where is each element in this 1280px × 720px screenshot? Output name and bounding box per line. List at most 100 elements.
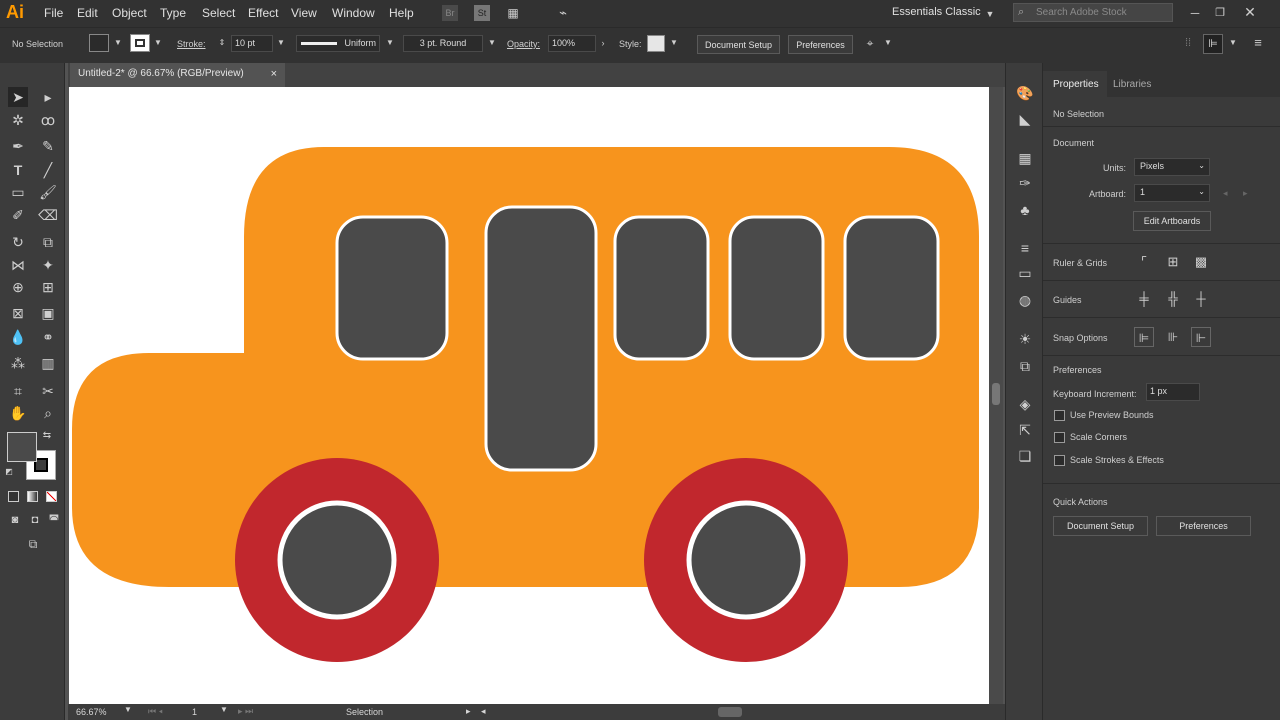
vertical-scrollbar[interactable]	[989, 87, 1003, 704]
direct-selection-tool-icon[interactable]: ▸	[38, 87, 58, 107]
color-guide-icon[interactable]: ◣	[1015, 109, 1035, 129]
artboard-select[interactable]: 1 ⌄	[1134, 184, 1210, 202]
lock-guides-icon[interactable]: ╬	[1163, 289, 1183, 309]
preferences-button[interactable]: Preferences	[788, 35, 853, 54]
units-select[interactable]: Pixels ⌄	[1134, 158, 1210, 176]
perspective-grid-tool-icon[interactable]: ⊞	[38, 277, 58, 297]
stock-icon[interactable]: St	[474, 5, 490, 21]
grid-icon[interactable]: ⊞	[1163, 252, 1183, 272]
menu-effect[interactable]: Effect	[248, 6, 278, 20]
close-window-icon[interactable]: ✕	[1240, 2, 1260, 22]
arrange-documents-icon[interactable]: ▦	[503, 3, 523, 23]
layers-icon[interactable]: ◈	[1015, 394, 1035, 414]
slice-tool-icon[interactable]: ✂	[38, 381, 58, 401]
snap-to-pixel-icon[interactable]: ⊫	[1203, 34, 1223, 54]
gpu-performance-icon[interactable]: ⌁	[553, 3, 573, 23]
panel-menu-icon[interactable]: ≡	[1248, 33, 1268, 53]
eyedropper-tool-icon[interactable]: 💧	[8, 327, 28, 347]
appearance-icon[interactable]: ☀	[1015, 329, 1035, 349]
graphic-style-swatch[interactable]	[647, 35, 665, 52]
artboards-panel-icon[interactable]: ❏	[1015, 446, 1035, 466]
first-artboard-icon[interactable]: ⏮ ◂	[148, 706, 163, 717]
paintbrush-tool-icon[interactable]: 🖌	[38, 182, 58, 202]
snap-to-pixel-icon[interactable]: ⊩	[1191, 327, 1211, 347]
symbols-icon[interactable]: ♣	[1015, 200, 1035, 220]
selection-tool-icon[interactable]: ➤	[8, 87, 28, 107]
previous-artboard-icon[interactable]: ◂	[1223, 188, 1228, 199]
status-tool[interactable]: Selection	[346, 707, 383, 717]
stroke-panel-icon[interactable]: ≡	[1015, 238, 1035, 258]
line-tool-icon[interactable]: ╱	[38, 160, 58, 180]
snap-to-grid-icon[interactable]: ⊪	[1163, 327, 1183, 347]
none-mode-icon[interactable]	[46, 491, 57, 502]
column-graph-tool-icon[interactable]: ▥	[38, 353, 58, 373]
workspace-switcher[interactable]: Essentials Classic	[892, 6, 981, 18]
chevron-down-icon[interactable]: ▼	[1223, 33, 1243, 53]
draw-behind-icon[interactable]: ◘	[25, 510, 45, 530]
opacity-label[interactable]: Opacity:	[507, 39, 540, 49]
search-stock-field[interactable]: ⌕ Search Adobe Stock	[1013, 3, 1173, 22]
menu-object[interactable]: Object	[112, 6, 147, 20]
draw-inside-icon[interactable]: ◚	[44, 510, 64, 530]
status-menu-icon[interactable]: ▸	[466, 706, 471, 717]
stepper-icon[interactable]: ⇕	[212, 33, 232, 53]
fill-swatch[interactable]	[89, 34, 109, 52]
variable-width-profile[interactable]: Uniform	[296, 35, 380, 52]
menu-edit[interactable]: Edit	[77, 6, 98, 20]
type-tool-icon[interactable]: T	[8, 160, 28, 180]
symbol-sprayer-tool-icon[interactable]: ⁂	[8, 353, 28, 373]
chevron-down-icon[interactable]: ▼	[271, 33, 291, 53]
blend-tool-icon[interactable]: ⚭	[38, 327, 58, 347]
color-mode-icon[interactable]	[8, 491, 19, 502]
eraser-tool-icon[interactable]: ⌫	[38, 205, 58, 225]
scroll-left-icon[interactable]: ◂	[481, 706, 486, 717]
restore-icon[interactable]: ❐	[1210, 3, 1230, 23]
pen-tool-icon[interactable]: ✒	[8, 136, 28, 156]
tab-properties[interactable]: Properties	[1053, 79, 1099, 90]
quick-document-setup-button[interactable]: Document Setup	[1053, 516, 1148, 536]
menu-file[interactable]: File	[44, 6, 63, 20]
snap-to-point-icon[interactable]: ⊫	[1134, 327, 1154, 347]
swatches-icon[interactable]: ▦	[1015, 148, 1035, 168]
stroke-swatch[interactable]	[130, 34, 150, 52]
chevron-right-icon[interactable]: ›	[593, 33, 613, 53]
tab-libraries[interactable]: Libraries	[1113, 79, 1151, 90]
close-tab-icon[interactable]: ×	[271, 63, 277, 85]
width-tool-icon[interactable]: ⋈	[8, 255, 28, 275]
quick-preferences-button[interactable]: Preferences	[1156, 516, 1251, 536]
scale-corners-checkbox[interactable]	[1054, 432, 1065, 443]
graphic-styles-icon[interactable]: ⧉	[1015, 356, 1035, 376]
stroke-label[interactable]: Stroke:	[177, 39, 206, 49]
brushes-icon[interactable]: ✑	[1015, 173, 1035, 193]
chevron-down-icon[interactable]: ▼	[124, 705, 132, 714]
menu-help[interactable]: Help	[389, 6, 414, 20]
screen-mode-icon[interactable]: ⧉	[23, 534, 43, 554]
menu-select[interactable]: Select	[202, 6, 235, 20]
chevron-down-icon[interactable]: ▼	[108, 33, 128, 53]
rectangle-tool-icon[interactable]: ▭	[8, 182, 28, 202]
brush-definition[interactable]: 3 pt. Round	[403, 35, 483, 52]
hand-tool-icon[interactable]: ✋	[8, 403, 28, 423]
menu-type[interactable]: Type	[160, 6, 186, 20]
opacity-input[interactable]: 100%	[548, 35, 596, 52]
document-tab[interactable]: Untitled-2* @ 66.67% (RGB/Preview) ×	[70, 63, 285, 87]
chevron-down-icon[interactable]: ▼	[220, 705, 228, 714]
chevron-down-icon[interactable]: ▼	[664, 33, 684, 53]
scale-strokes-checkbox[interactable]	[1054, 455, 1065, 466]
gradient-panel-icon[interactable]: ▭	[1015, 263, 1035, 283]
zoom-tool-icon[interactable]: ⌕	[38, 403, 58, 423]
next-artboard-icon[interactable]: ▸ ⏭	[238, 706, 253, 717]
fill-color-indicator[interactable]	[7, 432, 37, 462]
align-icon[interactable]: ⁞⁞	[1178, 33, 1198, 53]
smart-guides-icon[interactable]: ┼	[1191, 289, 1211, 309]
lasso-tool-icon[interactable]: ꝏ	[38, 110, 58, 130]
mesh-tool-icon[interactable]: ⊠	[8, 303, 28, 323]
artboard-number[interactable]: 1	[192, 707, 197, 717]
gradient-mode-icon[interactable]	[27, 491, 38, 502]
minimize-icon[interactable]: ─	[1185, 3, 1205, 23]
draw-normal-icon[interactable]: ◙	[5, 510, 25, 530]
stroke-weight-input[interactable]: 10 pt	[231, 35, 273, 52]
curvature-tool-icon[interactable]: ✎	[38, 136, 58, 156]
rotate-tool-icon[interactable]: ↻	[8, 232, 28, 252]
keyboard-increment-input[interactable]: 1 px	[1146, 383, 1200, 401]
